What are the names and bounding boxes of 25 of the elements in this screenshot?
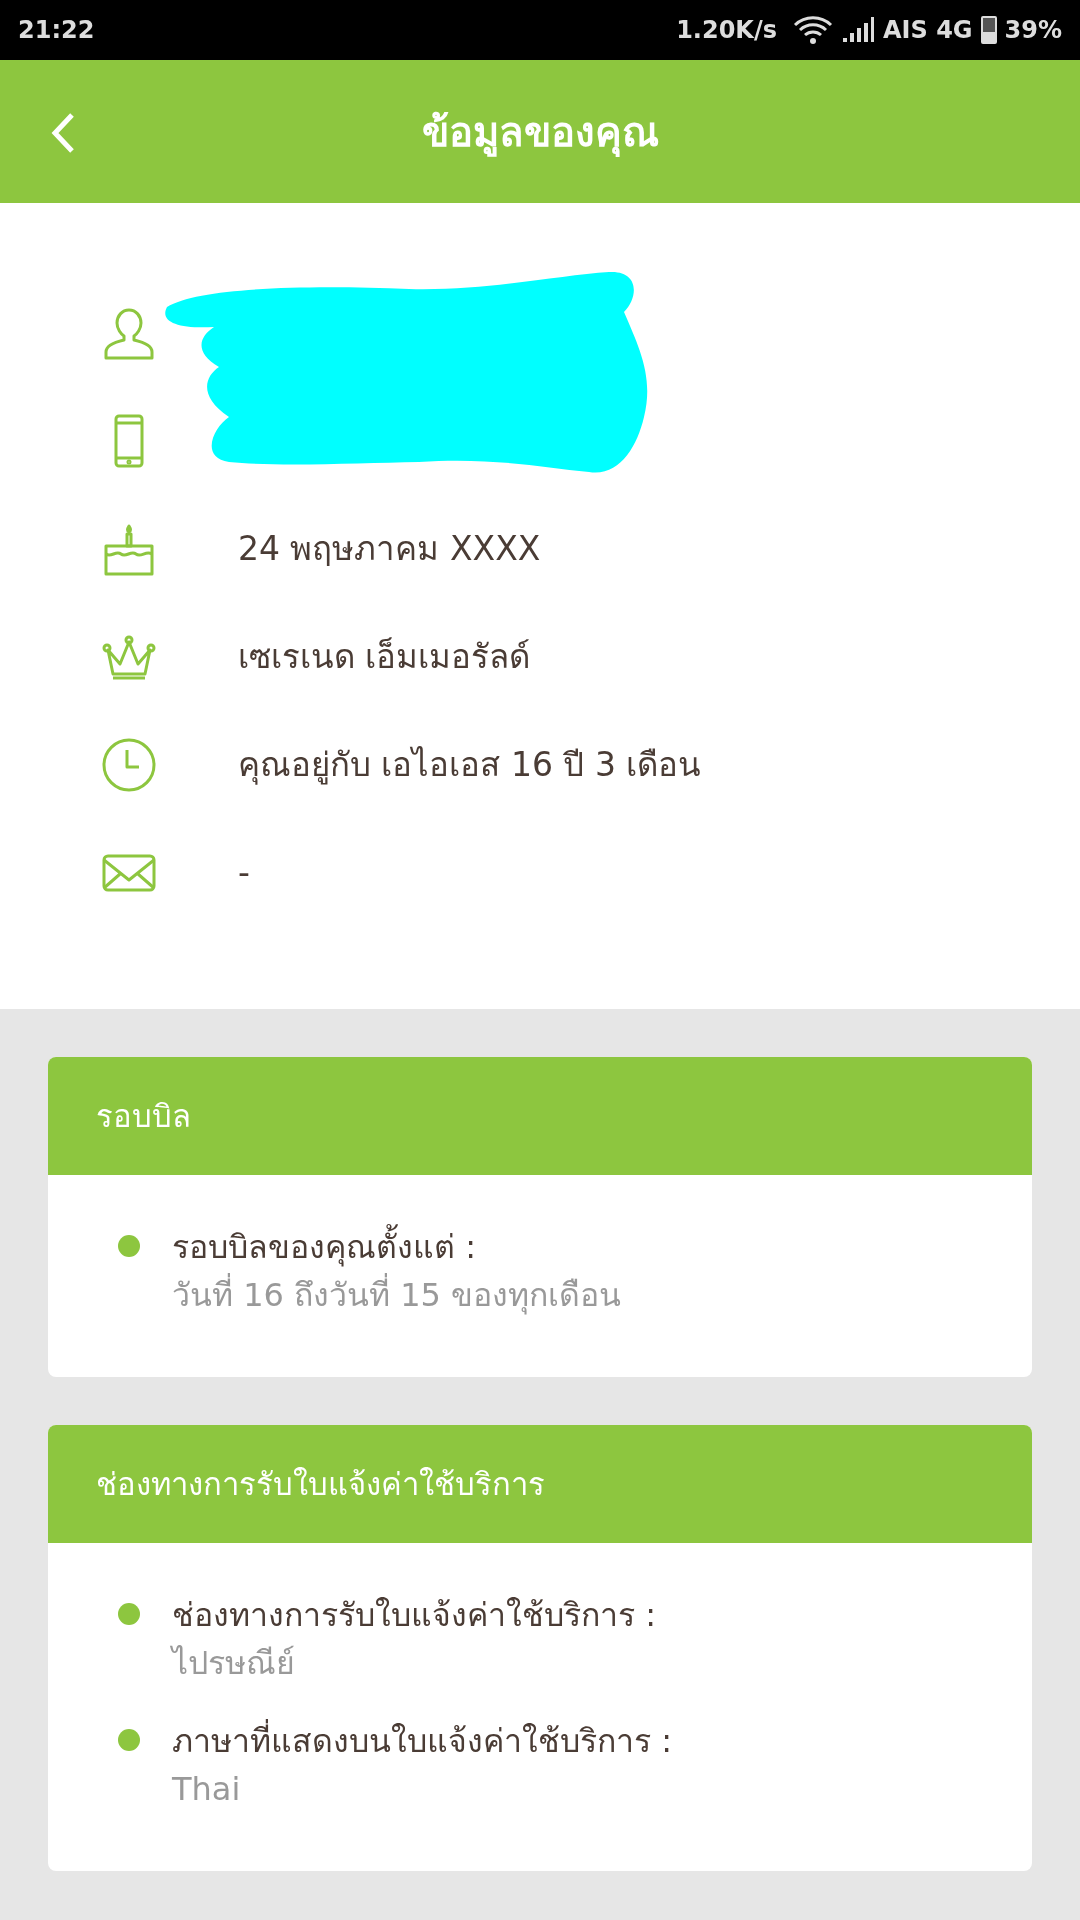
item-value: ไปรษณีย์ — [172, 1643, 296, 1684]
bullet-icon — [118, 1603, 140, 1625]
bullet-icon — [118, 1235, 140, 1257]
item-label: รอบบิลของคุณตั้งแต่ : — [172, 1223, 622, 1271]
item-label: ช่องทางการรับใบแจ้งค่าใช้บริการ : — [172, 1595, 656, 1636]
profile-text: เซเรเนด เอ็มเมอรัลด์ — [238, 636, 531, 679]
battery-icon — [980, 16, 997, 44]
item-value: Thai — [172, 1769, 242, 1810]
battery-percent: 39% — [1004, 15, 1062, 46]
back-icon — [50, 112, 76, 154]
profile-text: คุณอยู่กับ เอไอเอส 16 ปี 3 เดือน — [238, 744, 702, 787]
card-header: รอบบิล — [48, 1057, 1032, 1175]
profile-text: - — [238, 852, 250, 895]
network-speed: 1.20K/s — [676, 15, 777, 46]
carrier-name: AIS 4G — [883, 15, 973, 46]
item-label: ภาษาที่แสดงบนใบแจ้งค่าใช้บริการ : — [172, 1717, 672, 1765]
clock-time: 21:22 — [18, 15, 95, 46]
wifi-icon — [793, 15, 833, 45]
card-header: ช่องทางการรับใบแจ้งค่าใช้บริการ — [48, 1425, 1032, 1543]
clock-icon — [100, 736, 158, 794]
page-title: ข้อมูลของคุณ — [421, 107, 659, 156]
profile-text: 24 พฤษภาคม XXXX — [238, 528, 541, 571]
signal-icon — [841, 16, 875, 44]
bullet-icon — [118, 1729, 140, 1751]
item-value: วันที่ 16 ถึงวันที่ 15 ของทุกเดือน — [172, 1271, 622, 1319]
